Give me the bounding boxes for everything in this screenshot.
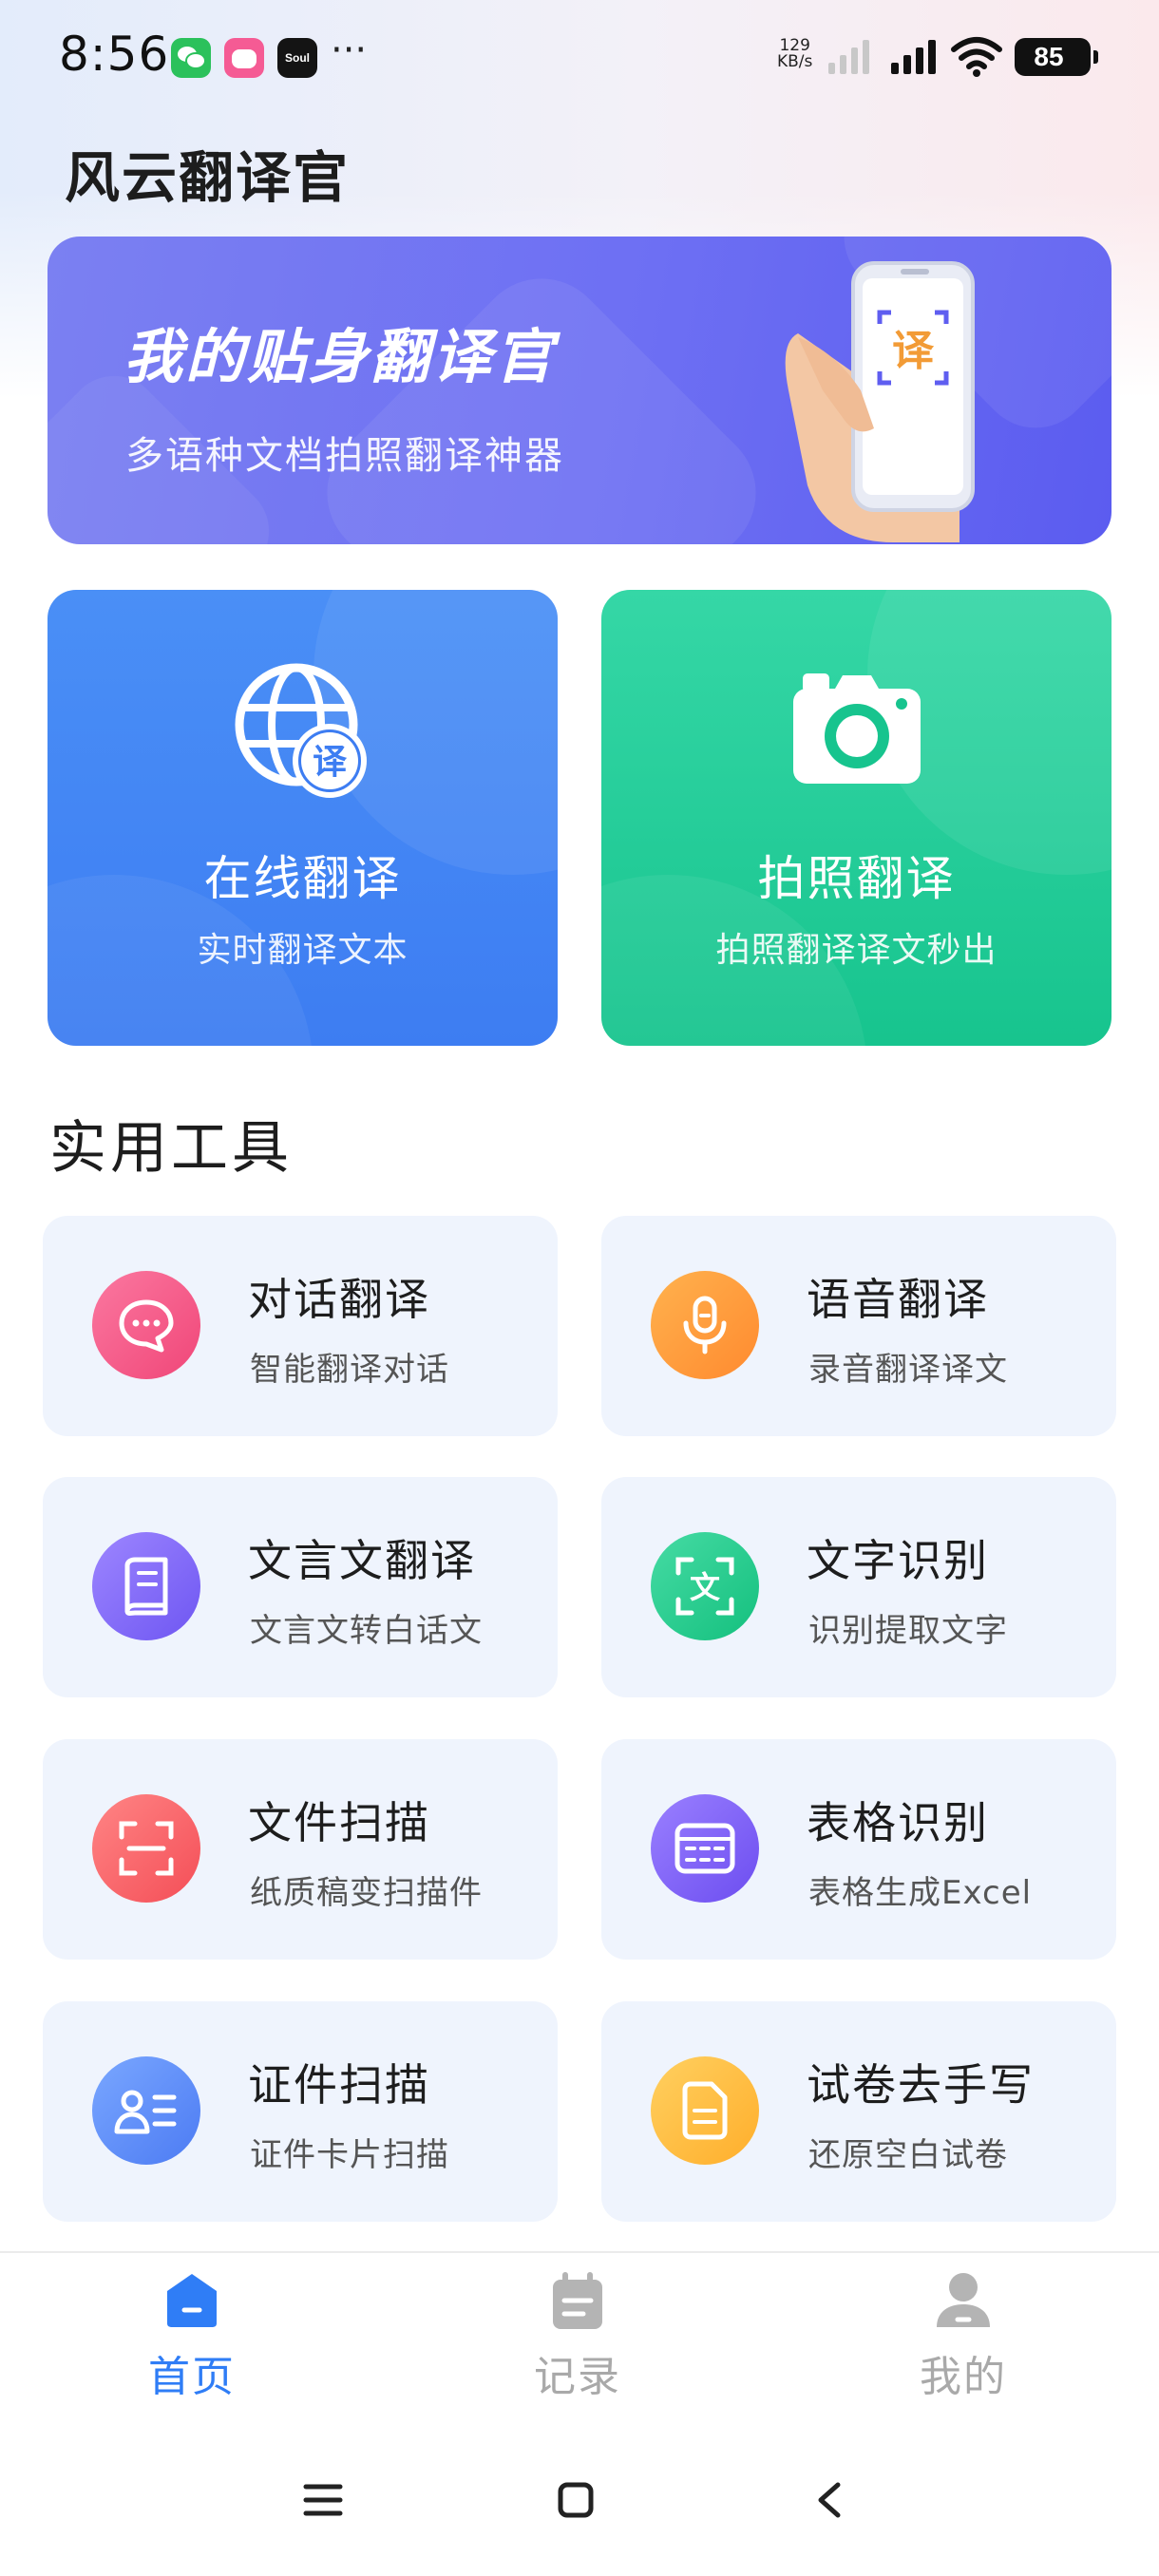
phone-in-hand-icon: 译 bbox=[785, 261, 975, 542]
tool-subtitle: 文言文转白话文 bbox=[250, 1612, 483, 1650]
globe-translate-glyph: 译 bbox=[312, 743, 347, 782]
camera-icon bbox=[792, 673, 921, 784]
user-icon bbox=[937, 2273, 990, 2327]
tool-subtitle: 纸质稿变扫描件 bbox=[250, 1874, 483, 1912]
tool-subtitle: 表格生成Excel bbox=[808, 1874, 1033, 1912]
online-translate-subtitle: 实时翻译文本 bbox=[197, 931, 408, 970]
tool-title: 对话翻译 bbox=[248, 1274, 430, 1325]
status-time: 8:56 bbox=[59, 27, 170, 82]
tool-title: 证件扫描 bbox=[248, 2059, 430, 2111]
wifi-icon bbox=[951, 37, 1002, 77]
wechat-notification-icon bbox=[171, 38, 211, 78]
globe-translate-icon: 译 bbox=[235, 663, 367, 798]
photo-translate-subtitle: 拍照翻译译文秒出 bbox=[715, 931, 998, 970]
tool-subtitle: 证件卡片扫描 bbox=[250, 2136, 449, 2174]
more-notifications-icon: ··· bbox=[331, 28, 368, 72]
banner-title: 我的贴身翻译官 bbox=[124, 322, 557, 391]
banner-decoration bbox=[299, 251, 784, 544]
battery-icon: 85 bbox=[1015, 38, 1098, 76]
tool-subtitle: 识别提取文字 bbox=[808, 1612, 1008, 1650]
tool-id-scan[interactable]: 证件扫描 证件卡片扫描 bbox=[43, 2001, 558, 2222]
nav-tab-home[interactable]: 首页 bbox=[49, 2270, 334, 2403]
battery-level: 85 bbox=[1034, 42, 1064, 71]
nav-label-mine: 我的 bbox=[920, 2353, 1007, 2401]
tool-title: 语音翻译 bbox=[807, 1274, 989, 1325]
banner-phone-glyph: 译 bbox=[892, 327, 935, 375]
nav-tab-mine[interactable]: 我的 bbox=[821, 2270, 1106, 2403]
back-icon[interactable] bbox=[813, 2481, 847, 2519]
exam-paper-icon bbox=[682, 2081, 728, 2140]
book-icon bbox=[124, 1557, 168, 1616]
tool-classical-chinese-translate[interactable]: 文言文翻译 文言文转白话文 bbox=[43, 1477, 558, 1697]
chat-bubble-icon bbox=[119, 1299, 174, 1353]
online-translate-title: 在线翻译 bbox=[203, 851, 402, 906]
tool-title: 文字识别 bbox=[807, 1535, 989, 1586]
promo-banner[interactable]: 我的贴身翻译官 多语种文档拍照翻译神器 译 bbox=[48, 237, 1112, 544]
tool-table-recognition[interactable]: 表格识别 表格生成Excel bbox=[601, 1739, 1116, 1960]
tool-title: 文言文翻译 bbox=[248, 1535, 476, 1586]
app-notification-icon bbox=[224, 38, 264, 78]
text-scan-glyph: 文 bbox=[690, 1569, 720, 1605]
text-scan-icon: 文 bbox=[675, 1557, 734, 1616]
status-bar: 8:56 Soul ··· 129 KB/s 85 bbox=[0, 0, 1159, 114]
network-speed: 129 KB/s bbox=[777, 38, 812, 70]
online-translate-card[interactable]: 译 在线翻译 实时翻译文本 bbox=[48, 590, 558, 1046]
tool-text-recognition[interactable]: 文 文字识别 识别提取文字 bbox=[601, 1477, 1116, 1697]
signal-weak-icon bbox=[828, 40, 869, 74]
id-card-icon bbox=[114, 2090, 177, 2134]
bottom-nav-divider bbox=[0, 2251, 1159, 2253]
tool-document-scan[interactable]: 文件扫描 纸质稿变扫描件 bbox=[43, 1739, 558, 1960]
tool-title: 表格识别 bbox=[807, 1797, 989, 1848]
banner-subtitle: 多语种文档拍照翻译神器 bbox=[125, 434, 564, 478]
network-speed-unit: KB/s bbox=[777, 52, 813, 71]
tool-voice-translate[interactable]: 语音翻译 录音翻译译文 bbox=[601, 1216, 1116, 1436]
nav-label-home: 首页 bbox=[148, 2353, 236, 2401]
home-icon bbox=[167, 2274, 217, 2327]
microphone-icon bbox=[683, 1296, 727, 1354]
photo-translate-card[interactable]: 拍照翻译 拍照翻译译文秒出 bbox=[601, 590, 1112, 1046]
document-scan-icon bbox=[119, 1821, 174, 1876]
table-icon bbox=[674, 1823, 735, 1874]
photo-translate-title: 拍照翻译 bbox=[757, 851, 956, 906]
nav-tab-records[interactable]: 记录 bbox=[435, 2270, 720, 2403]
nav-label-records: 记录 bbox=[534, 2353, 621, 2401]
soul-notification-icon: Soul bbox=[277, 38, 317, 78]
tool-subtitle: 录音翻译译文 bbox=[808, 1351, 1008, 1389]
home-square-icon[interactable] bbox=[557, 2481, 595, 2519]
app-title: 风云翻译官 bbox=[65, 145, 351, 210]
calendar-icon bbox=[553, 2272, 602, 2329]
tool-title: 文件扫描 bbox=[248, 1797, 430, 1848]
menu-icon[interactable] bbox=[302, 2481, 344, 2519]
tool-title: 试卷去手写 bbox=[807, 2059, 1035, 2111]
tool-subtitle: 还原空白试卷 bbox=[808, 2136, 1008, 2174]
tool-dialogue-translate[interactable]: 对话翻译 智能翻译对话 bbox=[43, 1216, 558, 1436]
tools-section-title: 实用工具 bbox=[49, 1115, 293, 1182]
tool-subtitle: 智能翻译对话 bbox=[250, 1351, 449, 1389]
tool-remove-handwriting[interactable]: 试卷去手写 还原空白试卷 bbox=[601, 2001, 1116, 2222]
signal-strong-icon bbox=[891, 40, 936, 74]
